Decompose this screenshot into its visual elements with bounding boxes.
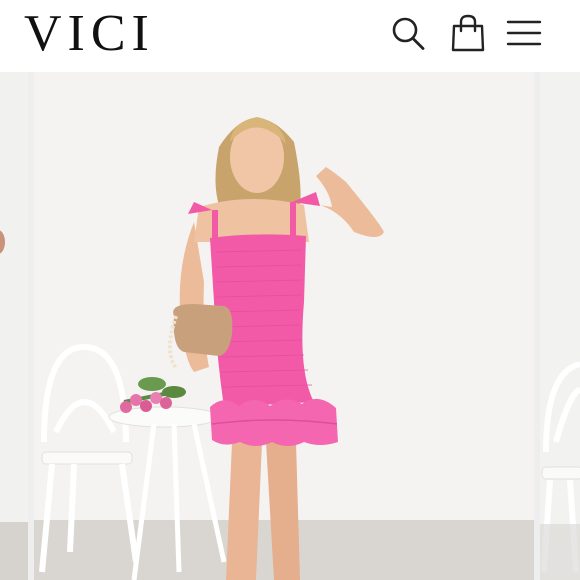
previous-product-image[interactable] [0, 72, 28, 580]
next-product-image[interactable] [540, 72, 580, 580]
shopping-bag-icon[interactable] [450, 14, 486, 52]
menu-icon[interactable] [506, 14, 542, 52]
product-image-gallery[interactable] [0, 72, 580, 580]
brand-logo[interactable]: VICI [24, 4, 155, 64]
product-photo [34, 72, 534, 580]
site-header: VICI [0, 0, 580, 72]
search-icon[interactable] [390, 14, 426, 52]
main-product-image[interactable] [34, 72, 534, 580]
